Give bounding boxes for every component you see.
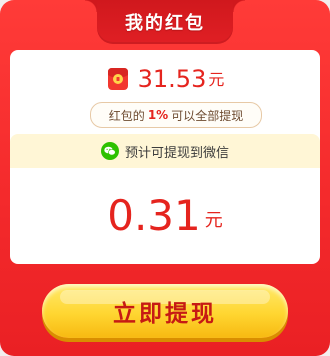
wechat-icon: [100, 142, 119, 160]
withdraw-amount-row: 0.31 元: [10, 182, 320, 242]
wechat-destination-bar: 预计可提现到微信: [10, 134, 320, 168]
balance-unit: 元: [208, 70, 225, 89]
content-panel: 31.53 元 红包的 1% 可以全部提现 预计可提现到微信 0.31 元: [10, 50, 320, 264]
rule-percent: 1%: [147, 108, 169, 122]
withdraw-now-button[interactable]: 立即提现: [42, 284, 288, 338]
balance-row: 31.53 元: [10, 64, 320, 94]
withdraw-unit: 元: [204, 210, 223, 231]
wechat-destination-text: 预计可提现到微信: [124, 145, 229, 161]
rule-suffix: 可以全部提现: [171, 108, 244, 123]
red-envelope-dialog: 我的红包 31.53 元 红包的 1% 可以全部提现 预计可提现到微信 0.31…: [0, 0, 330, 356]
withdraw-amount: 0.31: [107, 191, 201, 240]
dialog-title: 我的红包: [125, 13, 205, 34]
rule-prefix: 红包的: [108, 108, 145, 123]
balance-amount: 31.53: [137, 65, 207, 93]
red-envelope-icon: [107, 68, 128, 90]
withdraw-now-label: 立即提现: [113, 301, 217, 327]
title-tab: 我的红包: [85, 0, 245, 44]
withdraw-rule-badge: 红包的 1% 可以全部提现: [90, 102, 262, 128]
